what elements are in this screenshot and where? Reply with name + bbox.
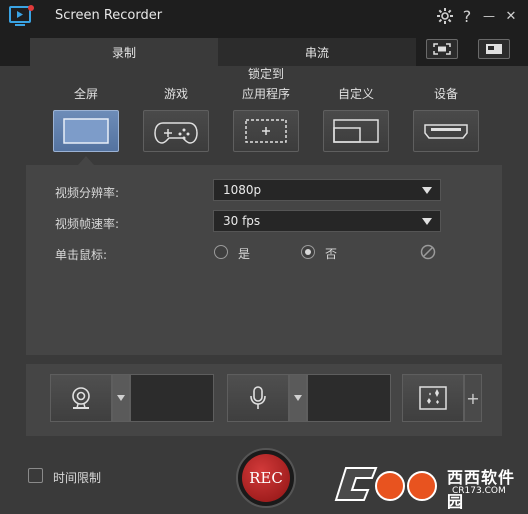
mouse-click-no-label: 否 — [325, 247, 338, 261]
expand-icon — [433, 43, 451, 55]
custom-region-icon — [333, 119, 379, 143]
time-limit-label: 时间限制 — [53, 471, 102, 485]
tab-record[interactable]: 录制 — [30, 38, 218, 66]
mouse-click-no-radio[interactable] — [301, 245, 315, 259]
webcam-icon — [72, 387, 90, 409]
watermark-url: CR173.COM — [452, 486, 506, 496]
resolution-dropdown[interactable]: 1080p — [213, 179, 441, 201]
mode-label-fullscreen: 全屏 — [73, 87, 98, 101]
close-button[interactable]: ✕ — [501, 6, 521, 26]
mouse-click-yes-label: 是 — [238, 247, 251, 261]
gear-icon[interactable] — [435, 6, 455, 26]
selected-mode-pointer — [78, 156, 94, 165]
mode-lock-app-button[interactable] — [233, 110, 299, 152]
resolution-value: 1080p — [223, 183, 262, 197]
microphone-dropdown-button[interactable] — [289, 374, 307, 422]
microphone-icon — [250, 386, 266, 409]
rec-button-ring: REC — [236, 448, 296, 508]
mode-label-device: 设备 — [433, 87, 458, 101]
mouse-click-label: 单击鼠标: — [55, 248, 108, 262]
chevron-down-icon — [422, 187, 432, 194]
microphone-level-field — [307, 374, 391, 422]
webcam-button[interactable] — [50, 374, 112, 422]
mode-device-button[interactable] — [413, 110, 479, 152]
mode-fullscreen-button[interactable] — [53, 110, 119, 152]
chevron-down-icon — [422, 218, 432, 225]
webcam-dropdown-button[interactable] — [112, 374, 130, 422]
framerate-label: 视频帧速率: — [55, 217, 120, 231]
time-limit-checkbox[interactable] — [28, 468, 43, 483]
chevron-down-icon — [294, 395, 302, 401]
resolution-label: 视频分辨率: — [55, 186, 120, 200]
mode-label-custom: 自定义 — [337, 87, 374, 101]
minimize-button[interactable]: — — [479, 6, 499, 26]
rec-button[interactable]: REC — [242, 454, 290, 502]
app-title: Screen Recorder — [55, 8, 163, 23]
mouse-click-yes-radio[interactable] — [214, 245, 228, 259]
help-button[interactable]: ? — [457, 6, 477, 26]
gamepad-icon — [154, 122, 198, 144]
hdmi-device-icon — [424, 124, 468, 139]
fullscreen-icon — [63, 118, 109, 144]
prohibited-icon[interactable] — [420, 244, 436, 260]
framerate-value: 30 fps — [223, 214, 261, 228]
mode-label-lock-app-line2: 应用程序 — [241, 87, 290, 101]
fullscreen-view-button[interactable] — [426, 39, 458, 59]
mode-game-button[interactable] — [143, 110, 209, 152]
chevron-down-icon — [117, 395, 125, 401]
screen-recorder-logo-icon — [9, 5, 34, 26]
mode-custom-button[interactable] — [323, 110, 389, 152]
sparkle-effect-icon — [419, 386, 447, 410]
tab-stream[interactable]: 串流 — [218, 38, 416, 66]
microphone-button[interactable] — [227, 374, 289, 422]
add-effect-button[interactable]: + — [464, 374, 482, 422]
effects-button[interactable] — [402, 374, 464, 422]
mode-label-game: 游戏 — [163, 87, 188, 101]
webcam-preview-field — [130, 374, 214, 422]
mode-label-lock-app-line1: 锁定到 — [247, 67, 284, 81]
window-icon — [486, 44, 502, 54]
app-lock-icon — [245, 119, 287, 143]
framerate-dropdown[interactable]: 30 fps — [213, 210, 441, 232]
mini-view-button[interactable] — [478, 39, 510, 59]
